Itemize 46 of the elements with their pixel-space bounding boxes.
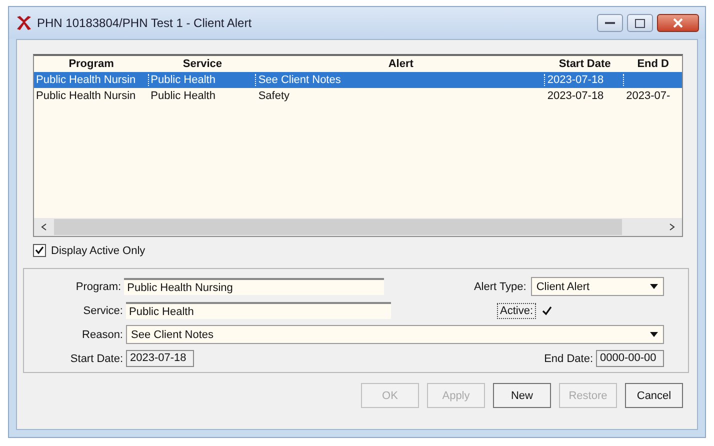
input-field[interactable]: Public Health Nursing [124, 278, 384, 295]
column-header[interactable]: Service [148, 58, 256, 70]
window-title: PHN 10183804/PHN Test 1 - Client Alert [37, 16, 252, 30]
checkbox[interactable] [541, 305, 552, 316]
table-cell: Public Health Nursin [34, 74, 149, 86]
table-cell-text: 2023-07-18 [546, 90, 605, 102]
field-label: Service: [82, 304, 124, 316]
minimize-button[interactable] [597, 14, 623, 32]
table-cell-text: Safety [257, 90, 290, 102]
maximize-button[interactable] [627, 14, 653, 32]
table-cell: 2023-07-18 [545, 74, 624, 86]
column-header[interactable]: Program [34, 58, 149, 70]
dropdown[interactable]: See Client Notes [126, 325, 664, 344]
column-header[interactable]: Alert [256, 58, 546, 70]
dialog-button[interactable]: New [493, 383, 551, 408]
table-cell: See Client Notes [256, 74, 546, 86]
minimize-icon [605, 21, 615, 25]
table-cell-text: 2023-07- [625, 90, 672, 102]
field-label: End Date: [543, 352, 594, 364]
column-header[interactable]: End D [624, 58, 682, 70]
input-field[interactable]: Public Health [126, 302, 391, 319]
table-row[interactable]: Public Health Nursin Public Health See Client Notes 2023-07-18 [34, 72, 682, 88]
table-cell: Public Health [148, 74, 256, 86]
dropdown[interactable]: Client Alert [531, 277, 664, 296]
checkbox[interactable] [33, 244, 46, 257]
field-label: Start Date: [69, 352, 124, 364]
dropdown-arrow-icon[interactable] [650, 284, 658, 289]
dropdown-arrow-icon[interactable] [650, 332, 658, 337]
app-logo-icon [15, 15, 33, 31]
close-icon [673, 18, 683, 28]
field-label: Program: [74, 280, 122, 292]
date-field[interactable]: 0000-00-00 [596, 350, 664, 367]
table-row[interactable]: Public Health Nursin Public Health Safety 2023-07-18 2023-07- [34, 88, 682, 104]
horizontal-scrollbar[interactable] [34, 218, 682, 236]
dialog-button[interactable]: Cancel [625, 383, 683, 408]
field-label: Reason: [81, 328, 124, 340]
maximize-icon [635, 18, 645, 28]
checkbox-label: Display Active Only [51, 244, 146, 256]
table-cell-text: Public Health Nursin [35, 90, 137, 102]
table-cell-text: Public Health [150, 90, 216, 102]
field-label: Active: [496, 302, 536, 318]
column-header[interactable]: Start Date [545, 58, 624, 70]
date-field[interactable]: 2023-07-18 [126, 350, 194, 367]
scroll-thumb[interactable] [54, 219, 622, 235]
field-label: Alert Type: [472, 280, 528, 292]
close-button[interactable] [657, 14, 699, 32]
